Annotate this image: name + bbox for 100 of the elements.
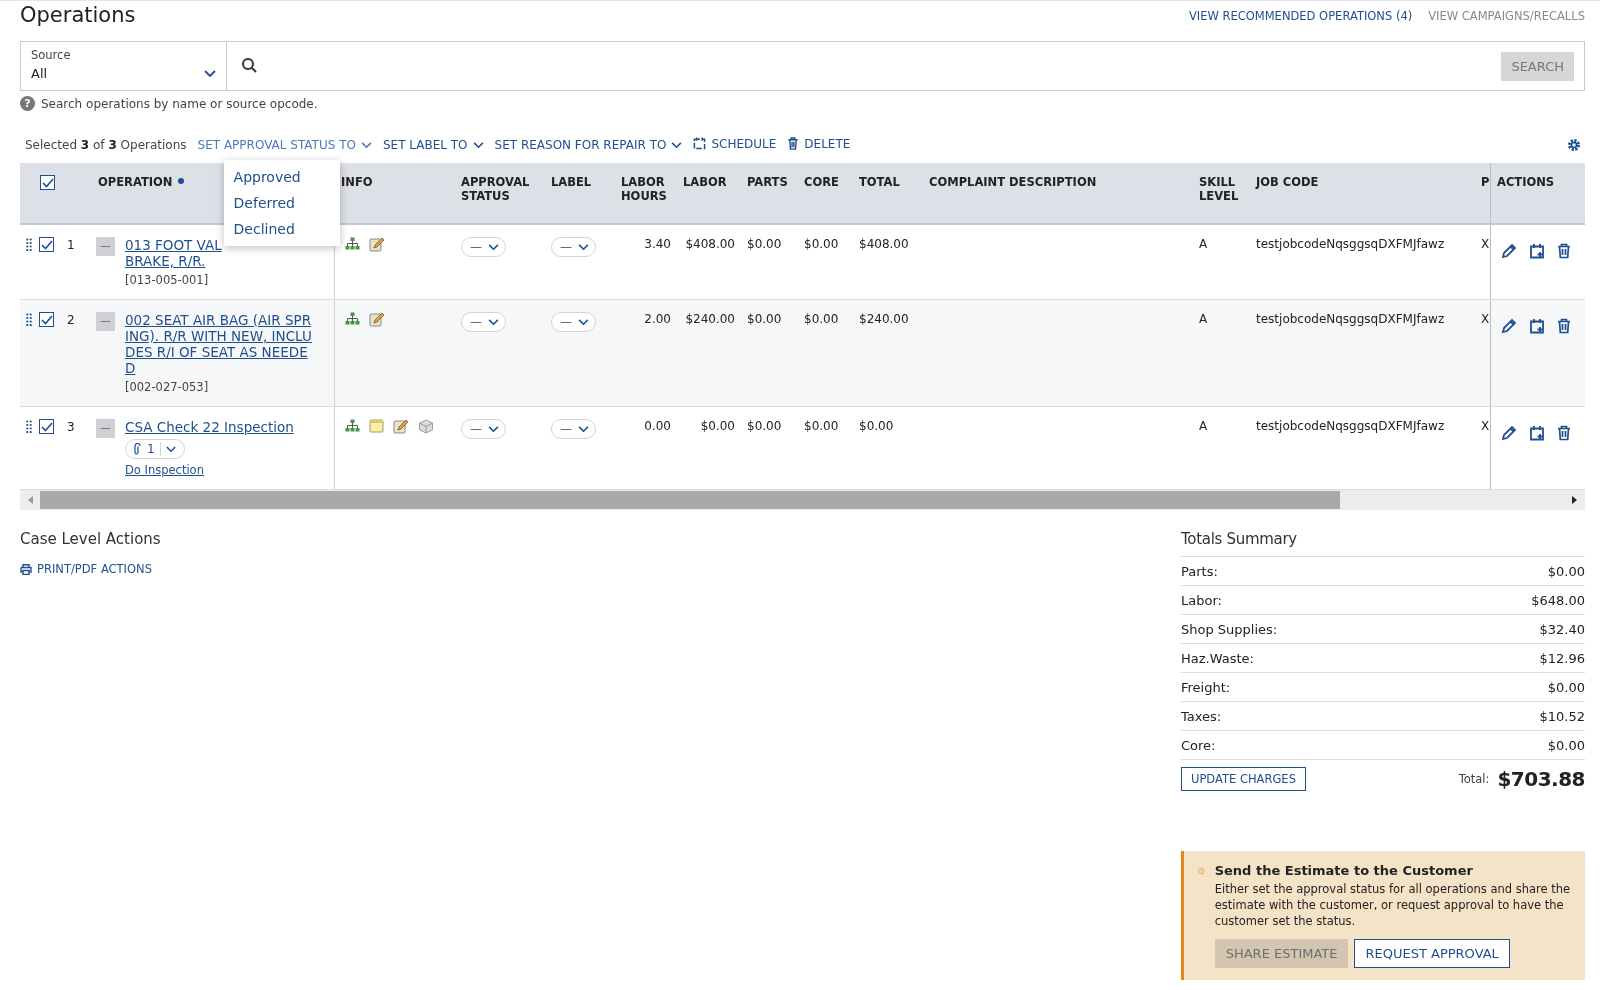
- operation-link[interactable]: CSA Check 22 Inspection: [125, 419, 294, 435]
- collapse-icon[interactable]: [96, 312, 115, 331]
- help-text: Search operations by name or source opcode.: [41, 96, 318, 111]
- notice-title: Send the Estimate to the Customer: [1214, 863, 1474, 878]
- schedule-icon[interactable]: [1529, 243, 1545, 259]
- scrollbar-thumb[interactable]: [40, 491, 1340, 509]
- table-cell: X: [1481, 419, 1490, 433]
- delete-icon[interactable]: [1557, 243, 1571, 259]
- caret-icon: [488, 425, 499, 433]
- schedule-icon[interactable]: [1529, 425, 1545, 441]
- search-icon: [241, 57, 259, 75]
- hierarchy-icon[interactable]: [345, 419, 360, 432]
- total-label: Freight:: [1181, 679, 1231, 695]
- edit-icon[interactable]: [1501, 318, 1517, 334]
- notice-text: Either set the approval status for all operations and share the estimate with the customer, or request approval to have the customer set the status.: [1214, 881, 1571, 929]
- row-number: 2: [67, 312, 75, 327]
- paperclip-icon: [134, 443, 142, 455]
- toolbar-action[interactable]: SET REASON FOR REPAIR TO: [494, 138, 683, 152]
- collapse-icon[interactable]: [96, 237, 115, 256]
- edit-note-icon[interactable]: [369, 237, 385, 252]
- total-value: $10.52: [1539, 708, 1585, 724]
- settings-icon[interactable]: [1567, 138, 1581, 152]
- label-select[interactable]: —: [551, 312, 596, 332]
- column-header: TOTAL: [859, 175, 900, 189]
- column-header: COMPLAINT DESCRIPTION: [929, 175, 1097, 189]
- inspection-link[interactable]: Do Inspection: [125, 463, 204, 477]
- operation-code: [013-005-001]: [125, 273, 209, 287]
- caret-icon: [578, 318, 589, 326]
- caret-icon: [578, 425, 589, 433]
- table-cell: $0.00: [804, 419, 839, 433]
- caret-icon: [165, 445, 176, 453]
- column-header: OPERATION: [98, 175, 173, 189]
- selection-count: Selected 3 of 3 Operations: [25, 138, 187, 152]
- total-value: $12.96: [1539, 650, 1585, 666]
- total-value: $0.00: [1547, 563, 1585, 579]
- toolbar-action[interactable]: SET APPROVAL STATUS TO: [197, 138, 372, 152]
- row-checkbox[interactable]: [39, 312, 54, 327]
- drag-handle-icon[interactable]: [26, 238, 32, 251]
- delete-icon[interactable]: [1557, 425, 1571, 441]
- table-cell: 2.00: [644, 312, 671, 326]
- delete-icon[interactable]: [1557, 318, 1571, 334]
- table-cell: A: [1199, 312, 1208, 326]
- table-cell: $0.00: [804, 237, 839, 251]
- approval-status-select[interactable]: —: [461, 419, 506, 439]
- caret-icon: [488, 243, 499, 251]
- menu-item[interactable]: Declined: [223, 216, 340, 242]
- column-header: SKILL LEVEL: [1199, 175, 1240, 203]
- column-header: LABOR HOURS: [621, 175, 668, 203]
- row-number: 1: [67, 237, 75, 252]
- table-cell: A: [1199, 419, 1208, 433]
- drag-handle-icon[interactable]: [26, 420, 32, 433]
- hierarchy-icon[interactable]: [345, 237, 360, 250]
- print-link[interactable]: PRINT/PDF ACTIONS: [20, 562, 152, 576]
- caret-icon: [472, 141, 484, 149]
- attachment-dropdown[interactable]: 1: [125, 439, 185, 459]
- toolbar-action[interactable]: SET LABEL TO: [382, 138, 484, 152]
- total-label: Labor:: [1181, 592, 1222, 608]
- request-approval-button[interactable]: REQUEST APPROVAL: [1354, 939, 1510, 968]
- toolbar-action[interactable]: DELETE: [787, 136, 851, 151]
- column-header: PARTS: [747, 175, 788, 189]
- row-checkbox[interactable]: [39, 419, 54, 434]
- column-header: APPROVAL STATUS: [461, 175, 531, 203]
- edit-note-icon[interactable]: [393, 419, 409, 434]
- horizontal-scrollbar[interactable]: [20, 490, 1585, 510]
- schedule-icon[interactable]: [1529, 318, 1545, 334]
- collapse-icon[interactable]: [96, 419, 115, 438]
- edit-note-icon[interactable]: [369, 312, 385, 327]
- approval-status-select[interactable]: —: [461, 237, 506, 257]
- toolbar-action[interactable]: SCHEDULE: [693, 136, 777, 151]
- view-link[interactable]: VIEW RECOMMENDED OPERATIONS (4): [1188, 9, 1413, 23]
- edit-icon[interactable]: [1501, 243, 1517, 259]
- caret-icon: [204, 70, 216, 78]
- operation-link[interactable]: 002 SEAT AIR BAG (AIR SPRING). R/R WITH NEW, INCLUDES R/I OF SEAT AS NEEDED: [125, 312, 313, 376]
- hierarchy-icon[interactable]: [345, 312, 360, 325]
- drag-handle-icon[interactable]: [26, 313, 32, 326]
- column-header: JOB CODE: [1256, 175, 1319, 189]
- approval-status-select[interactable]: —: [461, 312, 506, 332]
- total-value: $0.00: [1547, 679, 1585, 695]
- table-cell: 0.00: [644, 419, 671, 433]
- table-cell: $0.00: [747, 237, 782, 251]
- source-select[interactable]: Source All: [21, 42, 227, 90]
- cube-icon[interactable]: [418, 419, 434, 434]
- menu-item[interactable]: Deferred: [223, 190, 340, 216]
- row-checkbox[interactable]: [39, 237, 54, 252]
- select-all-checkbox[interactable]: [40, 175, 55, 190]
- total-label: Core:: [1181, 737, 1216, 753]
- table-cell: $0.00: [859, 419, 894, 433]
- scroll-right-icon[interactable]: [1571, 495, 1579, 505]
- calendar-icon: [693, 137, 707, 151]
- operation-link[interactable]: 013 FOOT VAL BRAKE, R/R.: [125, 237, 222, 269]
- column-header: LABEL: [551, 175, 592, 189]
- table-cell: $408.00: [685, 237, 735, 251]
- column-header: ACTIONS: [1497, 175, 1555, 189]
- edit-icon[interactable]: [1501, 425, 1517, 441]
- total-value: $0.00: [1547, 737, 1585, 753]
- update-charges-button[interactable]: UPDATE CHARGES: [1181, 767, 1306, 791]
- label-select[interactable]: —: [551, 237, 596, 257]
- menu-item[interactable]: Approved: [223, 164, 340, 190]
- total-label: Total:: [1458, 772, 1490, 786]
- label-select[interactable]: —: [551, 419, 596, 439]
